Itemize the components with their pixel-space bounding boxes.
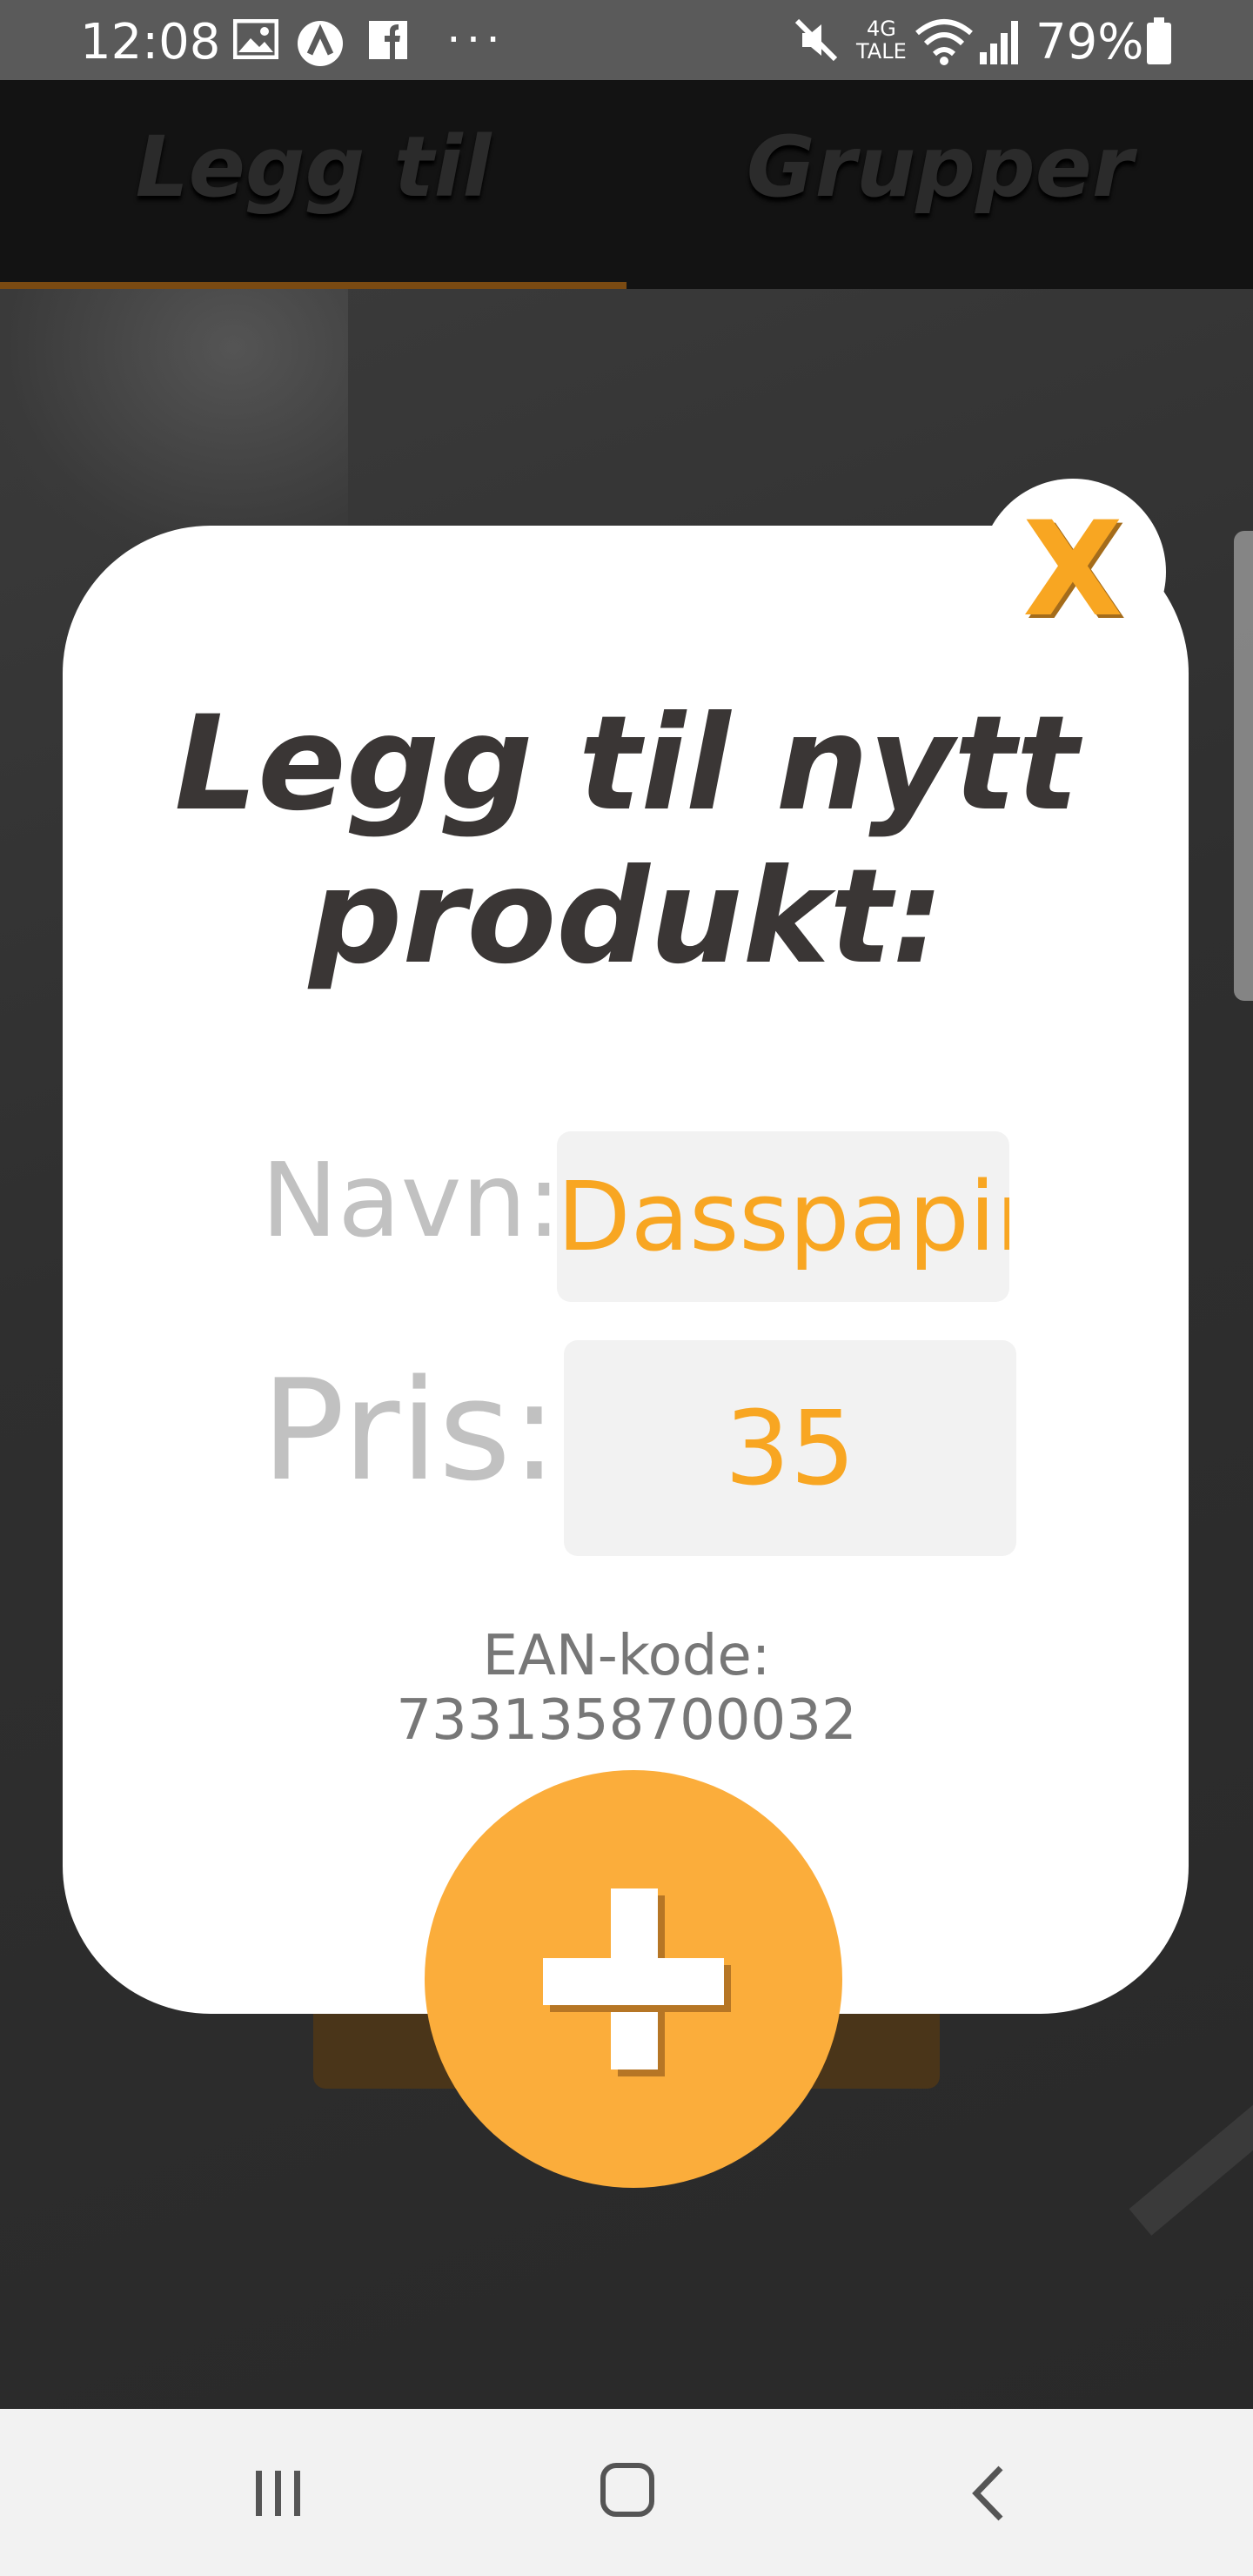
price-label: Pris: bbox=[261, 1349, 559, 1512]
signal-icon bbox=[980, 21, 1018, 64]
facebook-icon bbox=[369, 21, 407, 59]
ean-code: EAN-kode: 7331358700032 bbox=[396, 1624, 857, 1753]
tab-legg-til[interactable]: Legg til bbox=[0, 80, 626, 285]
plus-icon-horizontal bbox=[543, 1958, 724, 2005]
status-time: 12:08 bbox=[80, 14, 221, 70]
back-icon[interactable] bbox=[966, 2463, 1009, 2524]
status-bar: 12:08 ··· 4G TALE 79% bbox=[0, 0, 1253, 80]
battery-percent: 79% bbox=[1035, 14, 1144, 70]
top-tab-bar: Legg til Grupper bbox=[0, 80, 1253, 291]
name-input[interactable]: Dasspapir bbox=[557, 1131, 1009, 1302]
tab-grupper[interactable]: Grupper bbox=[626, 80, 1253, 285]
gallery-icon bbox=[233, 19, 278, 59]
wifi-icon bbox=[915, 19, 973, 65]
scroll-indicator[interactable] bbox=[1234, 531, 1253, 1001]
network-type: 4G TALE bbox=[856, 17, 907, 64]
recent-apps-icon[interactable] bbox=[252, 2467, 305, 2519]
mute-icon bbox=[794, 18, 838, 62]
a-app-icon bbox=[298, 21, 343, 66]
name-label: Navn: bbox=[261, 1140, 561, 1260]
more-dots-icon: ··· bbox=[446, 8, 505, 63]
home-icon[interactable] bbox=[600, 2463, 654, 2517]
dialog-title: Legg til nytt produkt: bbox=[174, 688, 1079, 993]
close-icon[interactable]: X bbox=[980, 487, 1166, 653]
battery-icon bbox=[1147, 17, 1171, 64]
price-input[interactable]: 35 bbox=[564, 1340, 1016, 1556]
